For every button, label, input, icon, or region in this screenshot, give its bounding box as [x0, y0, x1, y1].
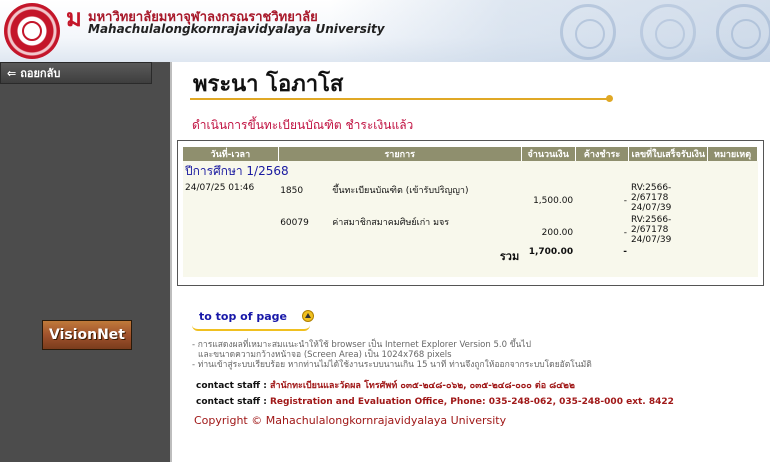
copyright: Copyright © Mahachulalongkornrajavidyala…: [194, 414, 506, 427]
cell-datetime: 24/07/25 01:46: [185, 183, 255, 193]
back-button[interactable]: ⇐ ถอยกลับ: [0, 62, 152, 84]
university-title-english: Mahachulalongkornrajavidyalaya Universit…: [88, 22, 385, 36]
watermark-seal-icon: [640, 4, 696, 60]
session-note: - ท่านเข้าสู่ระบบเรียบร้อย หากท่านไม่ได้…: [192, 360, 592, 370]
sidebar-divider: [170, 62, 172, 462]
cell-note: [708, 182, 758, 214]
cell-receipt: RV:2566-2/67178 24/07/39: [630, 215, 672, 245]
browser-note: - การแสดงผลที่เหมาะสมแนะนำให้ใช้ browser…: [192, 340, 531, 350]
table-header-row: วันที่-เวลา รายการ จำนวนเงิน ค้างชำระ เล…: [183, 147, 758, 161]
total-outstanding: -: [623, 247, 627, 257]
contact-thai-value: สำนักทะเบียนและวัดผล โทรศัพท์ ๐๓๕-๒๔๘-๐๖…: [269, 381, 575, 391]
cell-outstanding: -: [623, 196, 627, 206]
cell-item-name: ขึ้นทะเบียนบัณฑิต (เข้ารับปริญญา): [332, 186, 469, 196]
page-header: ม มหาวิทยาลัยมหาจุฬาลงกรณราชวิทยาลัย Mah…: [0, 0, 770, 62]
contact-english-value: Registration and Evaluation Office, Phon…: [269, 397, 674, 407]
top-of-page-link[interactable]: to top of page: [192, 303, 322, 333]
payment-table: วันที่-เวลา รายการ จำนวนเงิน ค้างชำระ เล…: [183, 147, 758, 266]
arrow-left-icon: ⇐: [7, 66, 17, 80]
contact-english: contact staff : Registration and Evaluat…: [196, 397, 674, 407]
table-row: 24/07/25 01:46 1850 ขึ้นทะเบียนบัณฑิต (เข…: [183, 182, 758, 214]
back-button-label: ถอยกลับ: [20, 67, 61, 80]
column-header-datetime: วันที่-เวลา: [183, 147, 279, 161]
contact-thai: contact staff : สำนักทะเบียนและวัดผล โทร…: [196, 378, 575, 392]
total-label: รวม: [499, 250, 520, 263]
visionnet-button[interactable]: VisionNet: [42, 320, 132, 350]
term-label: ปีการศึกษา 1/2568: [185, 164, 289, 178]
copyright-symbol: ©: [251, 414, 263, 427]
cell-receipt: RV:2566-2/67178 24/07/39: [630, 183, 672, 213]
cell-item-code: 1850: [280, 186, 304, 196]
arrow-up-icon: [302, 310, 314, 322]
total-amount: 1,700.00: [528, 247, 574, 257]
cell-note: [708, 214, 758, 246]
copyright-prefix: Copyright: [194, 414, 248, 427]
contact-label: contact staff :: [196, 397, 267, 407]
cell-amount: 200.00: [541, 228, 574, 238]
swoosh-decoration: [192, 325, 310, 331]
table-row: 60079 ค่าสมาชิกสมาคมศิษย์เก่า มจร 200.00 …: [183, 214, 758, 246]
copyright-text: Mahachulalongkornrajavidyalaya Universit…: [265, 414, 507, 427]
column-header-item: รายการ: [278, 147, 522, 161]
top-of-page-label: to top of page: [199, 310, 287, 323]
cell-datetime: [183, 214, 278, 246]
watermark-seal-icon: [560, 4, 616, 60]
contact-label: contact staff :: [196, 381, 267, 391]
column-header-receipt: เลขที่ใบเสร็จรับเงิน: [628, 147, 709, 161]
watermark-seal-icon: [716, 4, 770, 60]
sidebar: ⇐ ถอยกลับ VisionNet: [0, 62, 170, 462]
header-background-band: [330, 0, 770, 62]
column-header-note: หมายเหตุ: [707, 147, 758, 161]
usage-notes: - การแสดงผลที่เหมาะสมแนะนำให้ใช้ browser…: [192, 340, 632, 370]
title-underline-dot: [606, 95, 613, 102]
student-name: พระนา โอภาโส: [193, 72, 344, 97]
cell-amount: 1,500.00: [533, 196, 574, 206]
cell-item-name: ค่าสมาชิกสมาคมศิษย์เก่า มจร: [332, 218, 450, 228]
column-header-outstanding: ค้างชำระ: [575, 147, 630, 161]
logo-mark-icon: ม: [66, 3, 82, 32]
column-header-amount: จำนวนเงิน: [521, 147, 576, 161]
payment-panel: วันที่-เวลา รายการ จำนวนเงิน ค้างชำระ เล…: [177, 140, 764, 286]
screen-note: และขนาดความกว้างหน้าจอ (Screen Area) เป็…: [198, 350, 452, 360]
term-row: ปีการศึกษา 1/2568: [183, 161, 758, 182]
total-row: รวม 1,700.00 -: [183, 246, 758, 266]
cell-item-code: 60079: [280, 218, 309, 228]
title-underline: [190, 98, 608, 100]
cell-outstanding: -: [623, 228, 627, 238]
registration-status: ดำเนินการขึ้นทะเบียนบัณฑิต ชำระเงินแล้ว: [192, 118, 414, 132]
university-seal-icon: [4, 3, 60, 59]
